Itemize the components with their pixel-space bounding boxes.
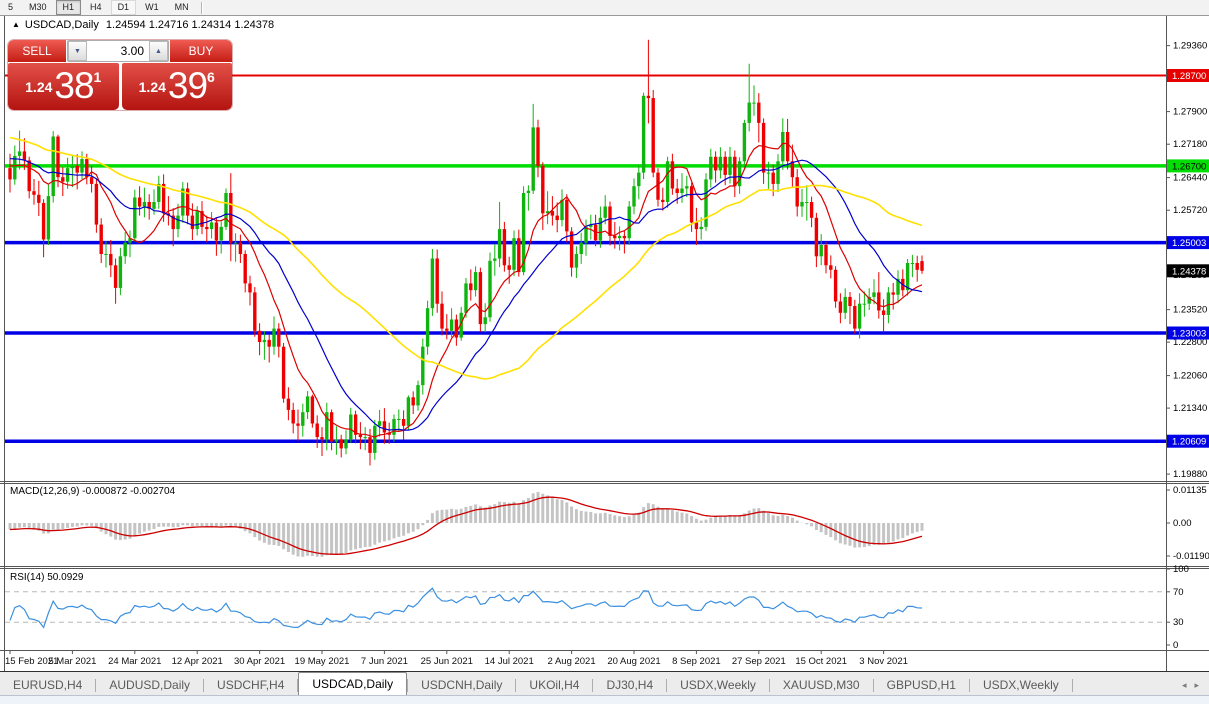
svg-text:5 Mar 2021: 5 Mar 2021 bbox=[48, 656, 96, 667]
svg-text:30 Apr 2021: 30 Apr 2021 bbox=[234, 656, 285, 667]
macd-label: MACD(12,26,9) -0.000872 -0.002704 bbox=[10, 486, 175, 497]
svg-text:1.28700: 1.28700 bbox=[1172, 71, 1206, 82]
svg-text:100: 100 bbox=[1173, 564, 1189, 575]
timeframe-toolbar: 5M30H1H4D1W1MN bbox=[0, 0, 1209, 16]
svg-text:3 Nov 2021: 3 Nov 2021 bbox=[859, 656, 908, 667]
tabs-scroll-left-icon[interactable]: ◂ bbox=[1182, 680, 1187, 691]
svg-text:1.26700: 1.26700 bbox=[1172, 161, 1206, 172]
svg-text:1.27900: 1.27900 bbox=[1173, 107, 1207, 118]
buy-price-display[interactable]: 1.24 39 6 bbox=[122, 63, 233, 110]
chart-tab-gbpusd-h1[interactable]: GBPUSD,H1 bbox=[874, 675, 969, 696]
timeframe-button-mn[interactable]: MN bbox=[168, 0, 196, 15]
buy-button[interactable]: BUY bbox=[170, 40, 232, 62]
chart-tabs-bar: EURUSD,H4AUDUSD,DailyUSDCHF,H4USDCAD,Dai… bbox=[0, 671, 1209, 696]
svg-text:1.20609: 1.20609 bbox=[1172, 437, 1206, 448]
buy-price-prefix: 1.24 bbox=[139, 79, 166, 95]
svg-text:1.25720: 1.25720 bbox=[1173, 205, 1207, 216]
svg-text:15 Oct 2021: 15 Oct 2021 bbox=[795, 656, 847, 667]
svg-text:1.25003: 1.25003 bbox=[1172, 238, 1206, 249]
svg-text:7 Jun 2021: 7 Jun 2021 bbox=[361, 656, 408, 667]
toolbar-separator bbox=[201, 2, 203, 14]
sell-button[interactable]: SELL bbox=[8, 40, 66, 62]
svg-text:1.19880: 1.19880 bbox=[1173, 469, 1207, 480]
buy-price-big-digits: 39 bbox=[168, 64, 207, 108]
svg-text:1.21340: 1.21340 bbox=[1173, 403, 1207, 414]
buy-price-pip-digit: 6 bbox=[207, 69, 215, 85]
svg-text:2 Aug 2021: 2 Aug 2021 bbox=[548, 656, 596, 667]
svg-text:-0.011904: -0.011904 bbox=[1173, 551, 1209, 562]
chart-symbol-label: USDCAD,Daily bbox=[25, 19, 99, 31]
volume-value[interactable]: 3.00 bbox=[87, 41, 149, 61]
svg-text:1.23520: 1.23520 bbox=[1173, 305, 1207, 316]
svg-text:14 Jul 2021: 14 Jul 2021 bbox=[485, 656, 534, 667]
one-click-trading-panel: SELL ▼ 3.00 ▲ BUY 1.24 38 1 1.24 39 6 bbox=[8, 40, 232, 110]
volume-stepper: ▼ 3.00 ▲ bbox=[67, 40, 169, 62]
timeframe-button-h1[interactable]: H1 bbox=[56, 0, 82, 15]
svg-text:0.00: 0.00 bbox=[1173, 518, 1192, 529]
sell-price-pip-digit: 1 bbox=[94, 69, 102, 85]
collapse-triangle-icon[interactable]: ▲ bbox=[12, 20, 20, 29]
trading-terminal-window: 5M30H1H4D1W1MN 1.293601.286401.279001.27… bbox=[0, 0, 1209, 704]
timeframe-button-h4[interactable]: H4 bbox=[83, 0, 109, 15]
sell-price-display[interactable]: 1.24 38 1 bbox=[8, 63, 119, 110]
svg-text:30: 30 bbox=[1173, 617, 1184, 628]
svg-text:70: 70 bbox=[1173, 587, 1184, 598]
tabs-scroll-right-icon[interactable]: ▸ bbox=[1194, 680, 1199, 691]
timeframe-button-w1[interactable]: W1 bbox=[138, 0, 166, 15]
status-bar bbox=[0, 695, 1209, 704]
svg-text:1.22060: 1.22060 bbox=[1173, 371, 1207, 382]
timeframe-button-5[interactable]: 5 bbox=[1, 0, 20, 15]
volume-decrease-button[interactable]: ▼ bbox=[68, 41, 87, 61]
chart-tab-usdchf-h4[interactable]: USDCHF,H4 bbox=[204, 675, 297, 696]
chart-tab-usdx-weekly[interactable]: USDX,Weekly bbox=[970, 675, 1072, 696]
svg-text:25 Jun 2021: 25 Jun 2021 bbox=[421, 656, 473, 667]
rsi-label: RSI(14) 50.0929 bbox=[10, 572, 83, 583]
chart-title: ▲ USDCAD,Daily 1.24594 1.24716 1.24314 1… bbox=[12, 19, 274, 31]
svg-text:8 Sep 2021: 8 Sep 2021 bbox=[672, 656, 721, 667]
chart-tab-dj30-h4[interactable]: DJ30,H4 bbox=[593, 675, 666, 696]
svg-text:20 Aug 2021: 20 Aug 2021 bbox=[607, 656, 660, 667]
chart-tab-ukoil-h4[interactable]: UKOil,H4 bbox=[516, 675, 592, 696]
svg-text:1.24378: 1.24378 bbox=[1172, 266, 1206, 277]
chart-tab-usdcad-daily[interactable]: USDCAD,Daily bbox=[298, 672, 407, 696]
svg-text:1.27180: 1.27180 bbox=[1173, 139, 1207, 150]
svg-text:0.01135: 0.01135 bbox=[1173, 485, 1207, 496]
svg-text:1.26440: 1.26440 bbox=[1173, 173, 1207, 184]
sell-price-big-digits: 38 bbox=[54, 64, 93, 108]
sell-price-prefix: 1.24 bbox=[25, 79, 52, 95]
chart-tab-eurusd-h4[interactable]: EURUSD,H4 bbox=[0, 675, 95, 696]
svg-text:24 Mar 2021: 24 Mar 2021 bbox=[108, 656, 161, 667]
chart-tab-usdx-weekly[interactable]: USDX,Weekly bbox=[667, 675, 769, 696]
chart-tab-xauusd-m30[interactable]: XAUUSD,M30 bbox=[770, 675, 873, 696]
svg-text:19 May 2021: 19 May 2021 bbox=[295, 656, 350, 667]
volume-increase-button[interactable]: ▲ bbox=[149, 41, 168, 61]
tab-separator bbox=[1072, 679, 1073, 692]
chart-ohlc-values: 1.24594 1.24716 1.24314 1.24378 bbox=[106, 19, 274, 31]
chart-tab-audusd-daily[interactable]: AUDUSD,Daily bbox=[96, 675, 203, 696]
svg-text:1.29360: 1.29360 bbox=[1173, 41, 1207, 52]
timeframe-button-m30[interactable]: M30 bbox=[22, 0, 54, 15]
svg-text:12 Apr 2021: 12 Apr 2021 bbox=[172, 656, 223, 667]
timeframe-button-d1[interactable]: D1 bbox=[111, 0, 137, 15]
tab-scroll-arrows: ◂▸ bbox=[1182, 680, 1209, 696]
chart-tab-usdcnh-daily[interactable]: USDCNH,Daily bbox=[408, 675, 515, 696]
svg-text:1.23003: 1.23003 bbox=[1172, 329, 1206, 340]
svg-text:27 Sep 2021: 27 Sep 2021 bbox=[732, 656, 786, 667]
svg-text:0: 0 bbox=[1173, 640, 1178, 651]
